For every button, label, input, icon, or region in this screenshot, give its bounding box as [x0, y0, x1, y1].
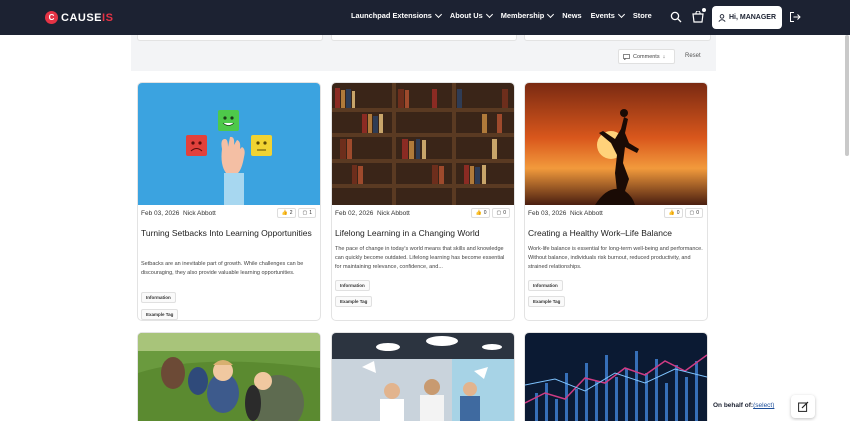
filter-field[interactable] [137, 35, 323, 41]
article-card[interactable] [331, 332, 515, 421]
article-tag[interactable]: Example Tag [528, 296, 566, 307]
thumbs-up-icon: 👍 [281, 210, 288, 216]
article-image-sunset-silhouette [525, 83, 707, 205]
comment-icon: ▢ [302, 210, 308, 216]
article-image-bookshelf [332, 83, 514, 205]
article-image-graduation-celebration [332, 333, 514, 421]
article-card[interactable] [137, 332, 321, 421]
comment-count[interactable]: ▢ 1 [298, 208, 316, 218]
reset-button[interactable]: Reset [685, 53, 701, 59]
brand-logo[interactable]: C CAUSEIS [45, 10, 113, 25]
nav-events[interactable]: Events [591, 10, 625, 20]
article-image-data-chart [525, 333, 707, 421]
article-author: Nick Abbott [182, 210, 216, 217]
like-count[interactable]: 👍 0 [471, 208, 491, 218]
article-title[interactable]: Lifelong Learning in a Changing World [335, 227, 511, 239]
article-card[interactable]: Feb 03, 2026 Nick Abbott 👍 0 ▢ 0 Creating … [524, 82, 708, 321]
article-title[interactable]: Creating a Healthy Work–Life Balance [528, 227, 704, 239]
brand-name: CAUSE [61, 11, 103, 24]
edit-button[interactable] [791, 395, 815, 418]
article-title[interactable]: Turning Setbacks Into Learning Opportuni… [141, 227, 317, 239]
article-excerpt: Work-life balance is essential for long-… [528, 246, 703, 270]
cart-badge [701, 7, 707, 13]
nav-about-us[interactable]: About Us [450, 10, 493, 20]
search-icon[interactable] [670, 10, 684, 24]
nav-store[interactable]: Store [633, 11, 652, 20]
nav-news[interactable]: News [562, 11, 581, 20]
sort-direction-icon: ↓ [662, 53, 666, 60]
thumbs-up-icon: 👍 [668, 210, 675, 216]
main-nav: Launchpad Extensions About Us Membership… [351, 10, 661, 20]
article-tag[interactable]: Example Tag [335, 296, 373, 307]
comment-count[interactable]: ▢ 0 [685, 208, 703, 218]
user-menu-button[interactable]: Hi, MANAGER [712, 6, 782, 29]
comment-icon [623, 53, 630, 60]
article-tag[interactable]: Information [335, 280, 370, 291]
article-card[interactable]: Feb 03, 2026 Nick Abbott 👍 2 ▢ 1 Turning S… [137, 82, 321, 321]
article-image-children-outdoors [138, 333, 320, 421]
article-date: Feb 03, 2026 [141, 210, 180, 217]
brand-name-accent: IS [102, 11, 114, 24]
filter-field[interactable] [331, 35, 517, 41]
article-card[interactable] [524, 332, 708, 421]
sort-select[interactable]: Comments ↓ [618, 49, 675, 64]
article-author: Nick Abbott [569, 210, 603, 217]
chevron-down-icon [547, 10, 555, 18]
comment-count[interactable]: ▢ 0 [492, 208, 510, 218]
article-excerpt: Setbacks are an inevitable part of growt… [141, 261, 304, 276]
thumbs-up-icon: 👍 [475, 210, 482, 216]
filter-field[interactable] [524, 35, 711, 41]
article-tag[interactable]: Information [141, 292, 176, 303]
chevron-down-icon [434, 10, 442, 18]
article-author: Nick Abbott [376, 210, 410, 217]
cart-icon[interactable] [692, 7, 707, 24]
nav-membership[interactable]: Membership [501, 10, 555, 20]
article-tag[interactable]: Example Tag [141, 309, 179, 320]
article-image-feedback-emojis [138, 83, 320, 205]
chevron-down-icon [485, 10, 493, 18]
user-icon [718, 13, 726, 22]
article-card[interactable]: Feb 02, 2026 Nick Abbott 👍 0 ▢ 0 Lifelong … [331, 82, 515, 321]
nav-launchpad-extensions[interactable]: Launchpad Extensions [351, 10, 442, 20]
article-excerpt: The pace of change in today's world mean… [335, 246, 505, 270]
select-behalf-link[interactable]: (select) [753, 402, 774, 409]
article-tag[interactable]: Information [528, 280, 563, 291]
top-navigation-bar: C CAUSEIS Launchpad Extensions About Us … [0, 0, 850, 35]
comment-icon: ▢ [689, 210, 695, 216]
chevron-down-icon [617, 10, 625, 18]
on-behalf-of: On behalf of:(select) [713, 402, 775, 409]
article-date: Feb 02, 2026 [335, 210, 374, 217]
logout-icon[interactable] [789, 10, 803, 24]
article-date: Feb 03, 2026 [528, 210, 567, 217]
scrollbar[interactable] [845, 35, 849, 156]
edit-icon [797, 401, 808, 412]
comment-icon: ▢ [496, 210, 502, 216]
like-count[interactable]: 👍 0 [664, 208, 684, 218]
logo-mark-icon: C [45, 11, 58, 24]
like-count[interactable]: 👍 2 [277, 208, 297, 218]
